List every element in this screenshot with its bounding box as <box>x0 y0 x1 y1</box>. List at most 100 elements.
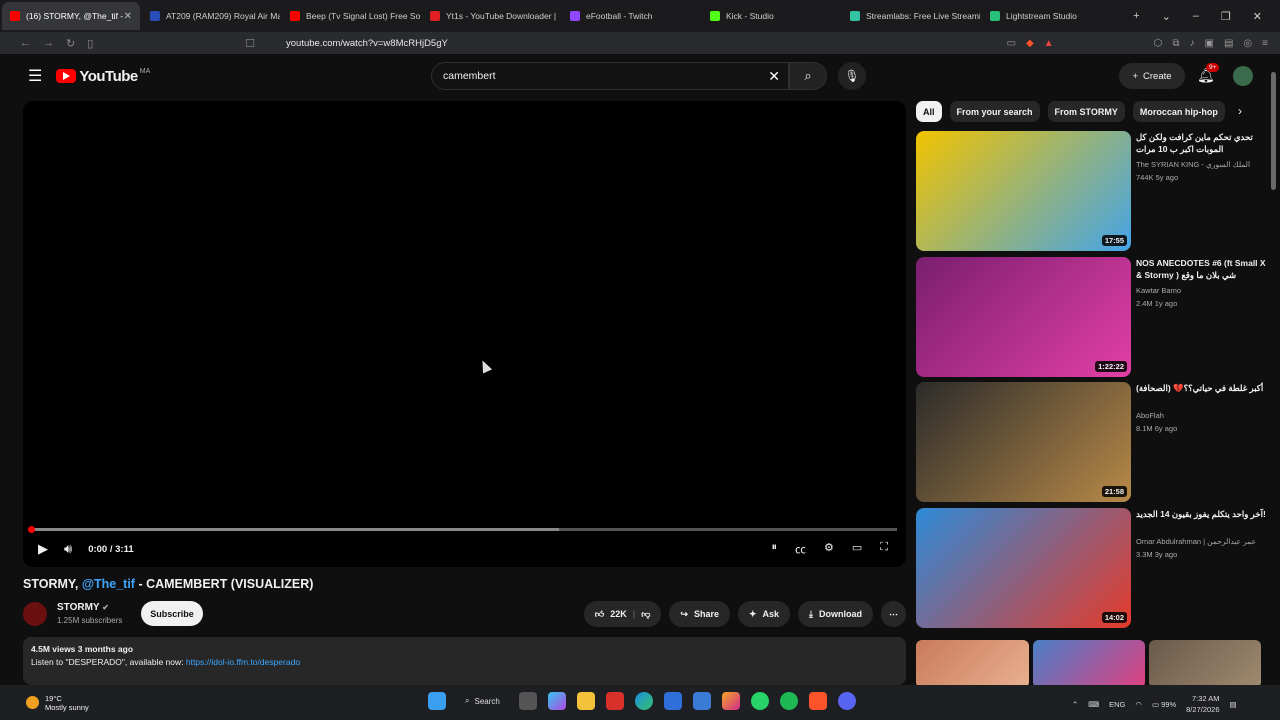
music-icon[interactable]: ♪ <box>1190 38 1195 49</box>
store-icon[interactable] <box>663 692 682 710</box>
new-tab-icon[interactable]: + <box>1133 10 1139 23</box>
play-icon[interactable]: ▶ <box>38 541 48 557</box>
volume-icon[interactable]: 🔊︎ <box>64 541 72 557</box>
filter-chip[interactable]: Moroccan hip-hop <box>1132 101 1225 122</box>
video-thumbnail[interactable]: 14:02 <box>916 508 1131 628</box>
browser-tab[interactable]: Streamlabs: Free Live Streami <box>842 2 980 30</box>
chevron-right-icon[interactable]: › <box>1238 104 1242 118</box>
wifi-icon[interactable]: ◠ <box>1135 700 1142 709</box>
browser-tab[interactable]: Lightstream Studio <box>982 2 1120 30</box>
brave-shield-icon[interactable]: ◆ <box>1026 38 1034 49</box>
recommendation-title[interactable]: NOS ANECDOTES #6 (ft Small X & Stormy ) … <box>1136 257 1266 281</box>
voice-search-button[interactable]: 🎙 <box>838 62 866 90</box>
edge-icon[interactable] <box>634 692 653 710</box>
recommendation-item[interactable]: 17:55 تحدي تحكم ماين كرافت ولكن كل الموبا… <box>916 131 1268 251</box>
browser-tab[interactable]: Kick - Studio <box>702 2 840 30</box>
url-field[interactable]: youtube.com/watch?v=w8McRHjD5gY <box>286 38 448 49</box>
brave-icon[interactable] <box>808 692 827 710</box>
scrollbar[interactable] <box>1271 72 1276 190</box>
browser-tab[interactable]: AT209 (RAM209) Royal Air Ma <box>142 2 280 30</box>
discord-icon[interactable] <box>837 692 856 710</box>
ask-button[interactable]: ✦ Ask <box>737 601 791 627</box>
restore-icon[interactable]: ❐ <box>1221 10 1231 23</box>
thumbnail[interactable] <box>1149 640 1261 688</box>
thumbnail[interactable] <box>916 640 1029 688</box>
recommendation-item[interactable]: 21:58 أكبر غلطة في حياتي؟؟💔 (الصحافة) AboF… <box>916 382 1268 502</box>
vpn-icon[interactable]: ◎ <box>1243 38 1252 49</box>
file-explorer-icon[interactable] <box>576 692 595 710</box>
language[interactable]: ENG <box>1109 700 1125 709</box>
keyboard-icon[interactable]: ⌨ <box>1088 700 1099 709</box>
whatsapp-icon[interactable] <box>750 692 769 710</box>
cast-icon[interactable]: ▭ <box>1007 38 1016 49</box>
wallet-icon[interactable]: ▤ <box>1224 38 1233 49</box>
back-icon[interactable]: ← <box>20 37 31 50</box>
settings-gear-icon[interactable]: ⚙ <box>824 541 834 557</box>
filter-chip[interactable]: From STORMY <box>1047 101 1125 122</box>
clear-search-icon[interactable]: ✕ <box>768 68 780 85</box>
recommendation-channel[interactable]: Kawtar Bamo <box>1136 286 1181 295</box>
menu-icon[interactable]: ≡ <box>1262 38 1268 49</box>
download-button[interactable]: ⤓ Download <box>798 601 873 627</box>
captions-icon[interactable]: ㏄ <box>795 541 806 557</box>
youtube-logo[interactable]: YouTube MA <box>56 68 150 85</box>
share-button[interactable]: ↪ Share <box>669 601 730 627</box>
windows-start-icon[interactable] <box>428 692 446 710</box>
sidebar-icon[interactable]: ▯ <box>87 37 93 50</box>
recommendation-title[interactable]: آخر واحد يتكلم يفوز بقيون 14 الجديد! <box>1136 508 1266 520</box>
bookmark-icon[interactable]: ☐ <box>245 37 255 50</box>
instagram-icon[interactable] <box>721 692 740 710</box>
forward-icon[interactable]: → <box>43 37 54 50</box>
progress-bar[interactable] <box>28 526 897 533</box>
description-link[interactable]: https://idol-io.ffm.to/desperado <box>186 657 300 667</box>
battery-status[interactable]: ▭ 99% <box>1152 700 1176 709</box>
account-avatar[interactable] <box>1233 66 1253 86</box>
minimize-icon[interactable]: – <box>1193 10 1199 23</box>
video-player[interactable]: ▶ 🔊︎ 0:00 / 3:11 ⏸ ㏄ ⚙ ▭ ⛶ <box>23 101 906 567</box>
recommendation-title[interactable]: تحدي تحكم ماين كرافت ولكن كل الموبات اكب… <box>1136 131 1266 155</box>
hamburger-menu-icon[interactable]: ☰ <box>28 66 42 86</box>
recommendation-channel[interactable]: Omar Abdulrahman | عمر عبدالرحمن <box>1136 537 1256 546</box>
recommendation-channel[interactable]: The SYRIAN KING - الملك السوري <box>1136 160 1250 169</box>
video-thumbnail[interactable]: 17:55 <box>916 131 1131 251</box>
taskbar-search[interactable]: ⌕ Search <box>457 696 508 706</box>
recommendation-item[interactable]: 14:02 آخر واحد يتكلم يفوز بقيون 14 الجديد… <box>916 508 1268 628</box>
thumbnail[interactable] <box>1033 640 1145 688</box>
weather-widget[interactable]: 19°C Mostly sunny <box>0 694 89 712</box>
tab-close-icon[interactable]: ✕ <box>124 11 132 22</box>
channel-avatar[interactable] <box>23 602 47 626</box>
fullscreen-icon[interactable]: ⛶ <box>880 541 888 557</box>
search-input[interactable]: camembert ✕ <box>431 62 789 90</box>
browser-tab[interactable]: eFootball - Twitch <box>562 2 700 30</box>
miniplayer-icon[interactable]: ▭ <box>852 541 862 557</box>
like-button[interactable]: 👍︎ 22K | 👎︎ <box>583 601 662 627</box>
chevron-up-icon[interactable]: ⌃ <box>1072 700 1078 709</box>
title-mention-link[interactable]: @The_tif <box>82 577 135 591</box>
description-box[interactable]: 4.5M views 3 months ago Listen to "DESPE… <box>23 637 906 685</box>
notifications-button[interactable]: 🔔︎ 9+ <box>1197 63 1220 84</box>
search-button[interactable]: ⌕ <box>789 62 827 90</box>
close-window-icon[interactable]: ✕ <box>1253 10 1262 23</box>
recommendation-item[interactable]: 1:22:22 NOS ANECDOTES #6 (ft Small X & St… <box>916 257 1268 377</box>
mail-icon[interactable] <box>692 692 711 710</box>
notification-center-icon[interactable]: ▤ <box>1230 700 1237 709</box>
more-actions-button[interactable]: ⋯ <box>881 601 906 627</box>
recommendation-title[interactable]: أكبر غلطة في حياتي؟؟💔 (الصحافة) <box>1136 382 1266 394</box>
app-l-icon[interactable] <box>605 692 624 710</box>
extension-icon[interactable]: ⬡ <box>1154 38 1163 49</box>
copilot-icon[interactable] <box>547 692 566 710</box>
thumbs-down-icon[interactable]: 👎︎ <box>641 609 650 620</box>
puzzle-icon[interactable]: ⧉ <box>1172 38 1179 49</box>
clock[interactable]: 7:32 AM 8/27/2026 <box>1186 693 1219 715</box>
browser-tab[interactable]: (16) STORMY, @The_tif - ✕ <box>2 2 140 30</box>
reload-icon[interactable]: ↻ <box>66 37 75 50</box>
channel-name[interactable]: STORMY ✔ <box>57 602 109 613</box>
panel-icon[interactable]: ▣ <box>1205 38 1214 49</box>
task-view-icon[interactable] <box>518 692 537 710</box>
browser-tab[interactable]: Yt1s - YouTube Downloader | <box>422 2 560 30</box>
subscribe-button[interactable]: Subscribe <box>141 601 203 626</box>
recommendation-channel[interactable]: AboFlah <box>1136 411 1164 420</box>
autoplay-toggle-icon[interactable]: ⏸ <box>772 541 778 557</box>
chevron-down-icon[interactable]: ⌄ <box>1162 10 1171 23</box>
scrubber-knob[interactable] <box>28 526 35 533</box>
